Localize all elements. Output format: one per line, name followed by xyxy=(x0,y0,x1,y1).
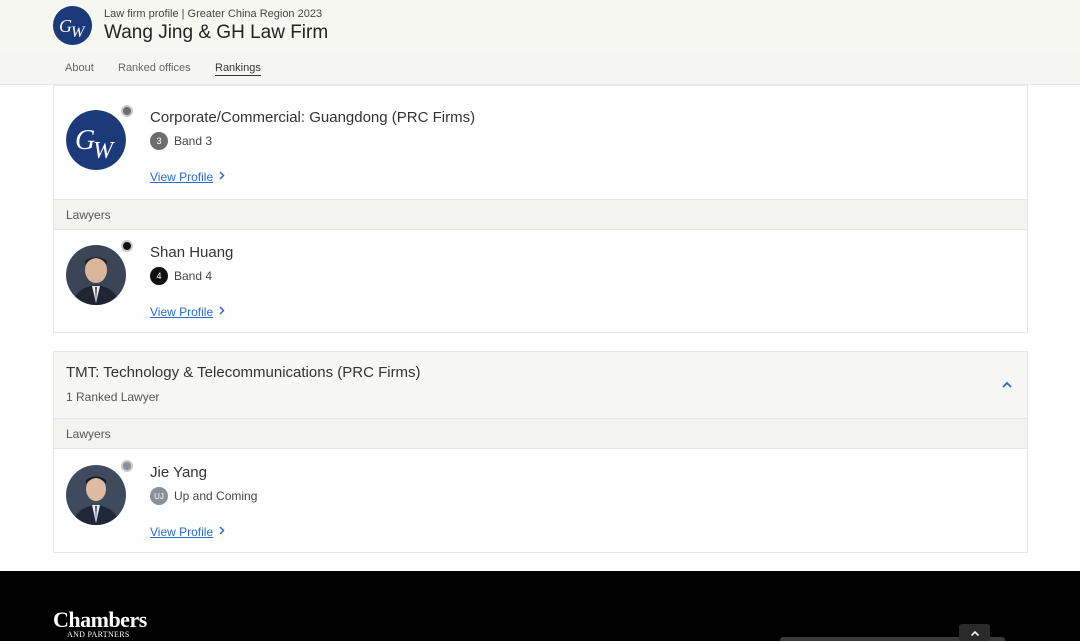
band-label: Band 4 xyxy=(174,269,213,283)
site-footer: Chambers AND PARTNERS xyxy=(0,571,1080,641)
practice-area-title: Corporate/Commercial: Guangdong (PRC Fir… xyxy=(150,109,476,126)
band-4-icon: 4 xyxy=(150,267,168,285)
chevron-up-icon[interactable] xyxy=(1000,378,1014,392)
practice-area-title: TMT: Technology & Telecommunications (PR… xyxy=(66,364,421,381)
chevron-right-icon xyxy=(219,526,225,538)
band-indicator-icon xyxy=(121,105,133,117)
profile-nav: About Ranked offices Rankings xyxy=(0,53,1080,85)
ranked-lawyer-count: 1 Ranked Lawyer xyxy=(66,390,160,404)
svg-text:W: W xyxy=(93,138,115,164)
view-profile-link[interactable]: View Profile xyxy=(150,305,225,319)
view-profile-label: View Profile xyxy=(150,170,214,184)
lawyer-row: Jie Yang UJ Up and Coming View Profile xyxy=(54,449,1027,553)
firm-ranking-row: G W Corporate/Commercial: Guangdong (PRC… xyxy=(54,86,1027,199)
chambers-logo-subtitle: AND PARTNERS xyxy=(67,630,130,639)
profile-eyebrow: Law firm profile | Greater China Region … xyxy=(104,8,323,20)
chevron-right-icon xyxy=(219,171,225,183)
firm-logo-thumbnail: G W xyxy=(66,110,126,170)
tab-about[interactable]: About xyxy=(65,62,94,74)
band-label: Up and Coming xyxy=(174,489,258,503)
chevron-up-icon xyxy=(970,624,980,642)
lawyer-avatar xyxy=(66,245,126,305)
lawyer-avatar xyxy=(66,465,126,525)
profile-header: G W Law firm profile | Greater China Reg… xyxy=(0,0,1080,53)
chevron-right-icon xyxy=(219,306,225,318)
firm-name: Wang Jing & GH Law Firm xyxy=(104,22,329,43)
band-rating: 3 Band 3 xyxy=(150,132,212,150)
ranking-card-tmt: TMT: Technology & Telecommunications (PR… xyxy=(53,351,1028,553)
practice-area-header[interactable]: TMT: Technology & Telecommunications (PR… xyxy=(54,352,1027,418)
ranking-card-corporate: G W Corporate/Commercial: Guangdong (PRC… xyxy=(53,85,1028,333)
view-profile-label: View Profile xyxy=(150,305,214,319)
band-rating: UJ Up and Coming xyxy=(150,487,257,505)
band-3-icon: 3 xyxy=(150,132,168,150)
lawyers-label: Lawyers xyxy=(66,208,111,222)
view-profile-link[interactable]: View Profile xyxy=(150,170,225,184)
scroll-to-top-button[interactable] xyxy=(959,624,990,641)
lawyers-label: Lawyers xyxy=(66,427,111,441)
band-label: Band 3 xyxy=(174,134,213,148)
lawyer-row: Shan Huang 4 Band 4 View Profile xyxy=(54,230,1027,333)
lawyers-section-header: Lawyers xyxy=(54,418,1027,449)
band-indicator-icon xyxy=(121,240,133,252)
tab-rankings[interactable]: Rankings xyxy=(215,62,261,76)
tab-ranked-offices[interactable]: Ranked offices xyxy=(118,62,191,74)
band-rating: 4 Band 4 xyxy=(150,267,212,285)
svg-text:W: W xyxy=(71,24,86,41)
view-profile-link[interactable]: View Profile xyxy=(150,525,225,539)
lawyer-name: Shan Huang xyxy=(150,244,234,261)
up-and-coming-icon: UJ xyxy=(150,487,168,505)
lawyer-name: Jie Yang xyxy=(150,464,207,481)
band-indicator-icon xyxy=(121,460,133,472)
lawyers-section-header: Lawyers xyxy=(54,199,1027,230)
view-profile-label: View Profile xyxy=(150,525,214,539)
firm-logo: G W xyxy=(53,6,92,45)
